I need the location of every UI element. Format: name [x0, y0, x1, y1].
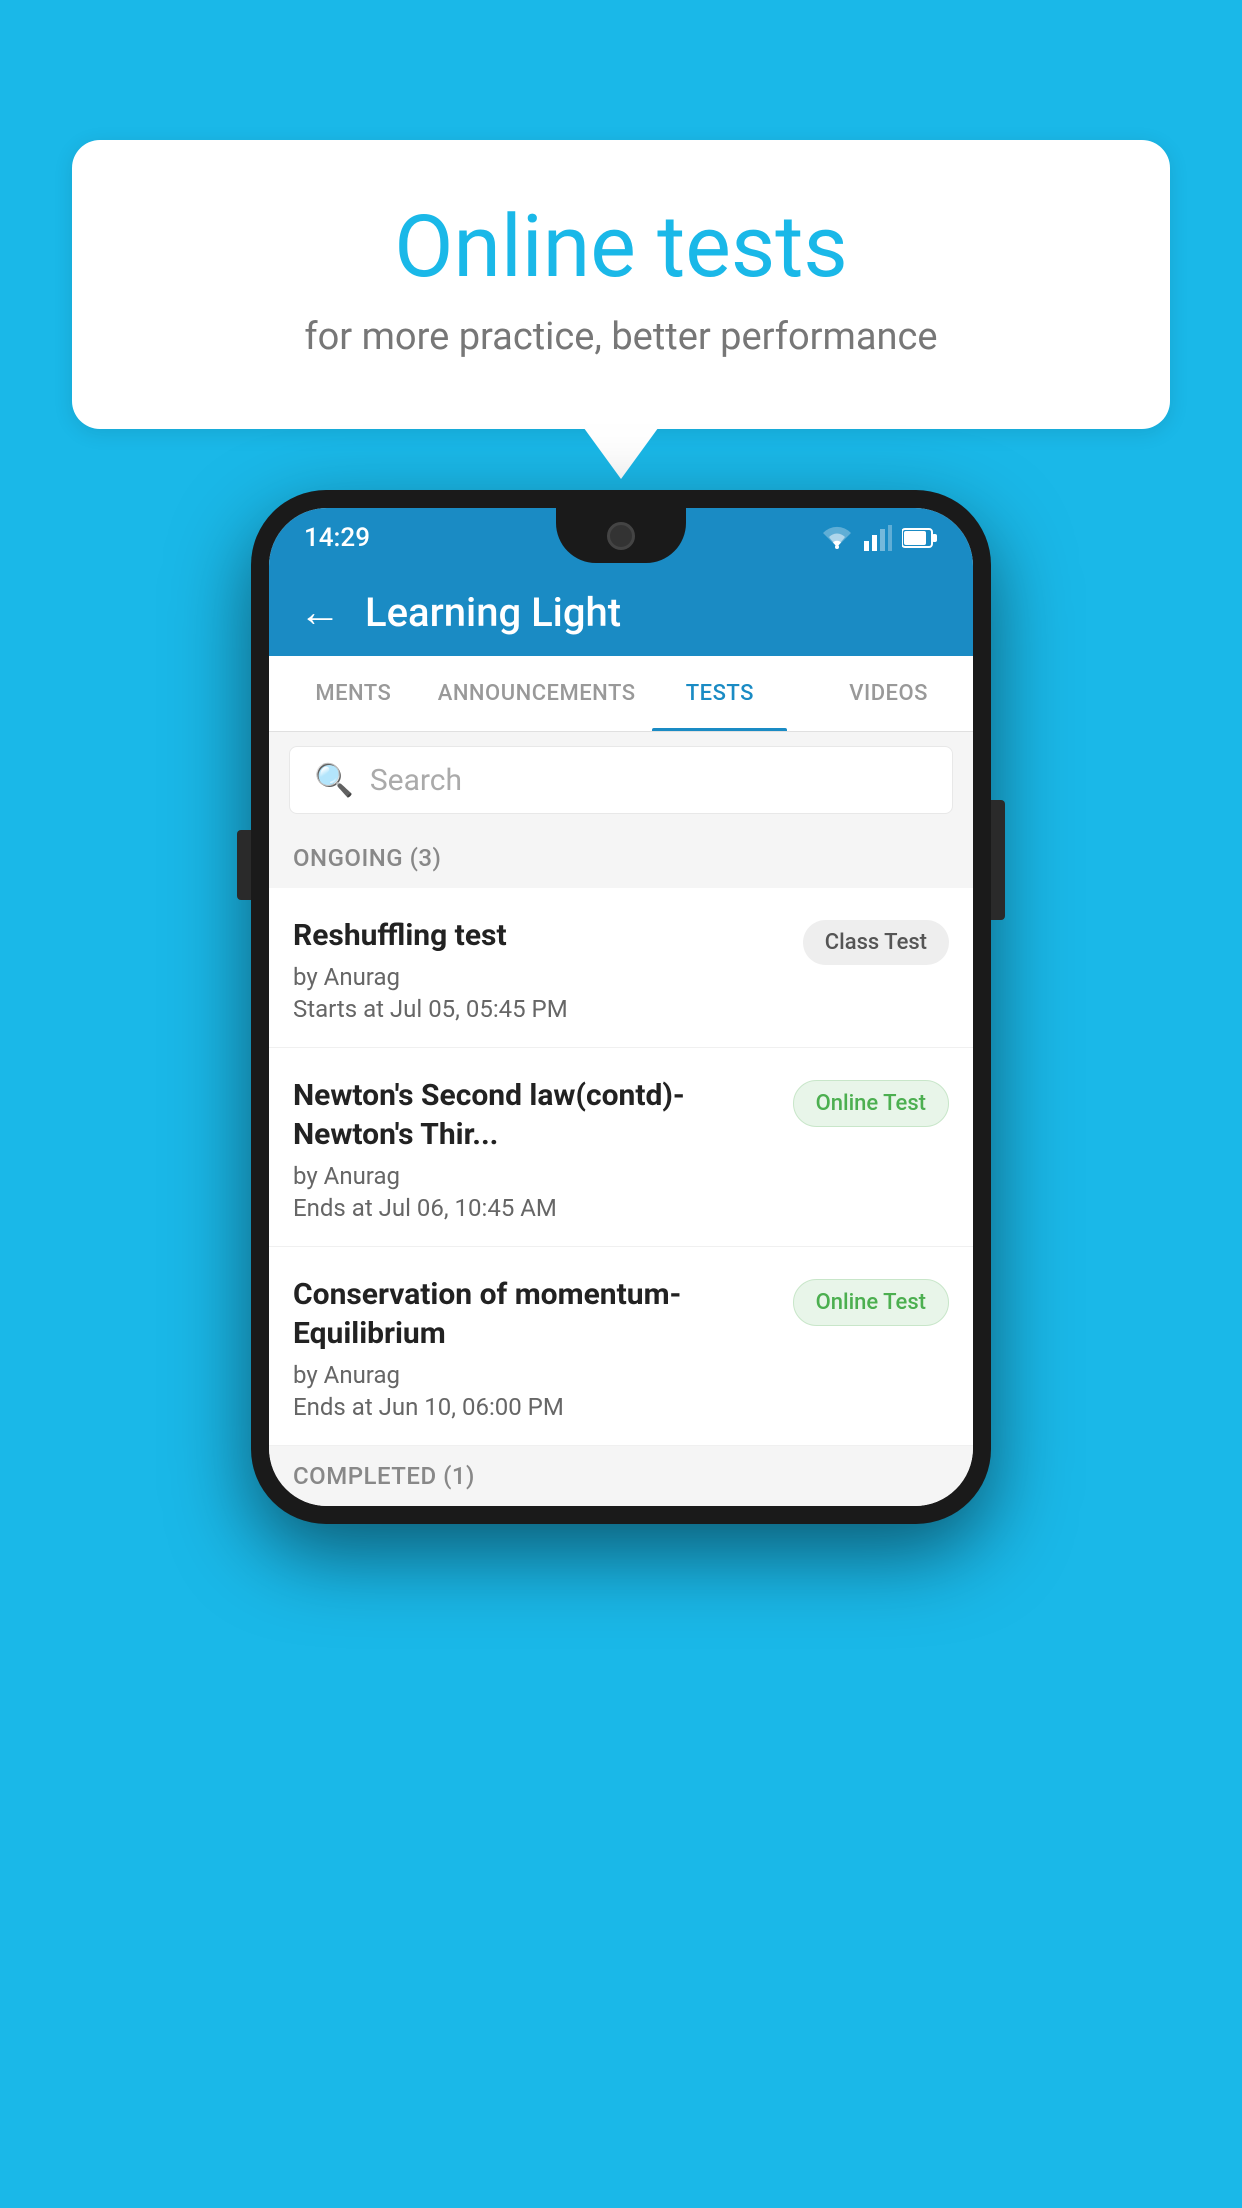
test-name: Reshuffling test [293, 916, 787, 955]
status-time: 14:29 [304, 523, 370, 553]
speech-bubble: Online tests for more practice, better p… [72, 140, 1170, 429]
test-item[interactable]: Reshuffling test by Anurag Starts at Jul… [269, 888, 973, 1048]
status-icons [820, 525, 938, 551]
test-name: Newton's Second law(contd)-Newton's Thir… [293, 1076, 777, 1154]
front-camera [607, 522, 635, 550]
test-author: by Anurag [293, 1361, 777, 1389]
back-button[interactable]: ← [299, 588, 341, 637]
phone-wrapper: 14:29 [251, 490, 991, 1524]
battery-icon [902, 527, 938, 549]
ongoing-section-header: ONGOING (3) [269, 828, 973, 888]
test-item[interactable]: Conservation of momentum-Equilibrium by … [269, 1247, 973, 1446]
test-list: Reshuffling test by Anurag Starts at Jul… [269, 888, 973, 1446]
phone-screen: 14:29 [269, 508, 973, 1506]
search-input[interactable]: Search [370, 763, 462, 798]
test-name: Conservation of momentum-Equilibrium [293, 1275, 777, 1353]
phone-outer: 14:29 [251, 490, 991, 1524]
test-badge: Online Test [793, 1279, 949, 1326]
test-author: by Anurag [293, 1162, 777, 1190]
app-title: Learning Light [365, 589, 621, 636]
wifi-icon [820, 525, 854, 551]
test-badge: Class Test [803, 920, 949, 965]
completed-label: COMPLETED (1) [293, 1462, 475, 1490]
search-container: 🔍 Search [269, 732, 973, 828]
test-date: Starts at Jul 05, 05:45 PM [293, 995, 787, 1023]
bubble-subtitle: for more practice, better performance [122, 315, 1120, 359]
ongoing-label: ONGOING (3) [293, 844, 441, 872]
test-info: Newton's Second law(contd)-Newton's Thir… [293, 1076, 777, 1222]
search-icon: 🔍 [314, 761, 354, 799]
test-date: Ends at Jun 10, 06:00 PM [293, 1393, 777, 1421]
signal-icon [864, 525, 892, 551]
tab-ments[interactable]: MENTS [269, 656, 438, 731]
tab-tests[interactable]: TESTS [636, 656, 805, 731]
test-info: Conservation of momentum-Equilibrium by … [293, 1275, 777, 1421]
test-author: by Anurag [293, 963, 787, 991]
tab-announcements[interactable]: ANNOUNCEMENTS [438, 656, 636, 731]
tab-bar: MENTS ANNOUNCEMENTS TESTS VIDEOS [269, 656, 973, 732]
search-box[interactable]: 🔍 Search [289, 746, 953, 814]
completed-section-header: COMPLETED (1) [269, 1446, 973, 1506]
test-date: Ends at Jul 06, 10:45 AM [293, 1194, 777, 1222]
test-badge: Online Test [793, 1080, 949, 1127]
app-bar: ← Learning Light [269, 568, 973, 656]
test-info: Reshuffling test by Anurag Starts at Jul… [293, 916, 787, 1023]
phone-notch [556, 508, 686, 563]
test-item[interactable]: Newton's Second law(contd)-Newton's Thir… [269, 1048, 973, 1247]
bubble-title: Online tests [122, 200, 1120, 295]
tab-videos[interactable]: VIDEOS [804, 656, 973, 731]
